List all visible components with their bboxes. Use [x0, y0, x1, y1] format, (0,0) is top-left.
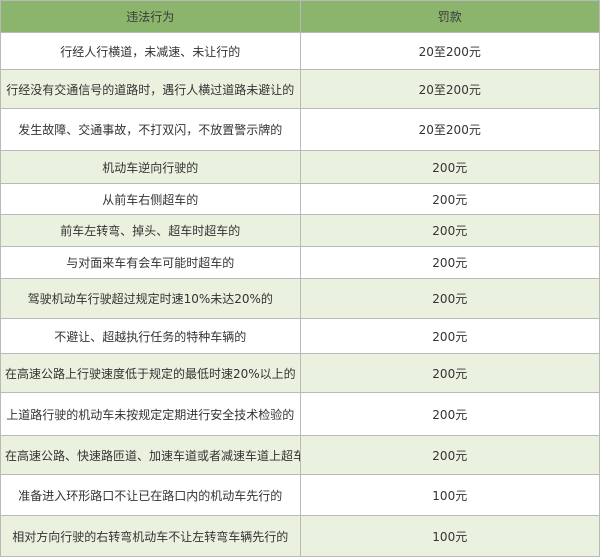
fine-cell: 20至200元 [299, 32, 600, 70]
violation-cell: 与对面来车有会车可能时超车的 [0, 246, 301, 279]
table-row: 发生故障、交通事故，不打双闪，不放置警示牌的 20至200元 [0, 108, 600, 151]
fines-table: 违法行为 罚款 行经人行横道，未减速、未让行的 20至200元 行经没有交通信号… [0, 0, 600, 557]
fine-cell: 200元 [299, 278, 600, 319]
table-row: 与对面来车有会车可能时超车的 200元 [0, 246, 600, 279]
table-row: 准备进入环形路口不让已在路口内的机动车先行的 100元 [0, 474, 600, 516]
header-fine: 罚款 [299, 0, 600, 33]
fine-cell: 200元 [299, 353, 600, 393]
table-row: 机动车逆向行驶的 200元 [0, 150, 600, 184]
fine-cell: 20至200元 [299, 108, 600, 151]
fine-cell: 100元 [299, 515, 600, 557]
fine-cell: 200元 [299, 214, 600, 247]
violation-cell: 不避让、超越执行任务的特种车辆的 [0, 318, 301, 354]
header-violation: 违法行为 [0, 0, 301, 33]
violation-cell: 准备进入环形路口不让已在路口内的机动车先行的 [0, 474, 301, 516]
violation-cell: 上道路行驶的机动车未按规定定期进行安全技术检验的 [0, 392, 301, 436]
table-row: 不避让、超越执行任务的特种车辆的 200元 [0, 318, 600, 354]
violation-cell: 机动车逆向行驶的 [0, 150, 301, 184]
violation-cell: 发生故障、交通事故，不打双闪，不放置警示牌的 [0, 108, 301, 151]
fine-cell: 200元 [299, 183, 600, 215]
violation-cell: 前车左转弯、掉头、超车时超车的 [0, 214, 301, 247]
table-row: 行经人行横道，未减速、未让行的 20至200元 [0, 32, 600, 70]
fine-cell: 200元 [299, 435, 600, 475]
fine-cell: 200元 [299, 392, 600, 436]
header-row: 违法行为 罚款 [0, 0, 600, 33]
fine-cell: 200元 [299, 318, 600, 354]
table-row: 前车左转弯、掉头、超车时超车的 200元 [0, 214, 600, 247]
table-row: 从前车右侧超车的 200元 [0, 183, 600, 215]
fine-cell: 20至200元 [299, 69, 600, 109]
table-row: 驾驶机动车行驶超过规定时速10%未达20%的 200元 [0, 278, 600, 319]
violation-cell: 驾驶机动车行驶超过规定时速10%未达20%的 [0, 278, 301, 319]
table-row: 上道路行驶的机动车未按规定定期进行安全技术检验的 200元 [0, 392, 600, 436]
table-row: 在高速公路上行驶速度低于规定的最低时速20%以上的 200元 [0, 353, 600, 393]
table-row: 行经没有交通信号的道路时，遇行人横过道路未避让的 20至200元 [0, 69, 600, 109]
fine-cell: 200元 [299, 150, 600, 184]
violation-cell: 相对方向行驶的右转弯机动车不让左转弯车辆先行的 [0, 515, 301, 557]
fine-cell: 200元 [299, 246, 600, 279]
table-row: 相对方向行驶的右转弯机动车不让左转弯车辆先行的 100元 [0, 515, 600, 557]
violation-cell: 行经人行横道，未减速、未让行的 [0, 32, 301, 70]
violation-cell: 从前车右侧超车的 [0, 183, 301, 215]
violation-cell: 行经没有交通信号的道路时，遇行人横过道路未避让的 [0, 69, 301, 109]
violation-cell: 在高速公路、快速路匝道、加速车道或者减速车道上超车的 [0, 435, 301, 475]
table-row: 在高速公路、快速路匝道、加速车道或者减速车道上超车的 200元 [0, 435, 600, 475]
violation-cell: 在高速公路上行驶速度低于规定的最低时速20%以上的 [0, 353, 301, 393]
fine-cell: 100元 [299, 474, 600, 516]
